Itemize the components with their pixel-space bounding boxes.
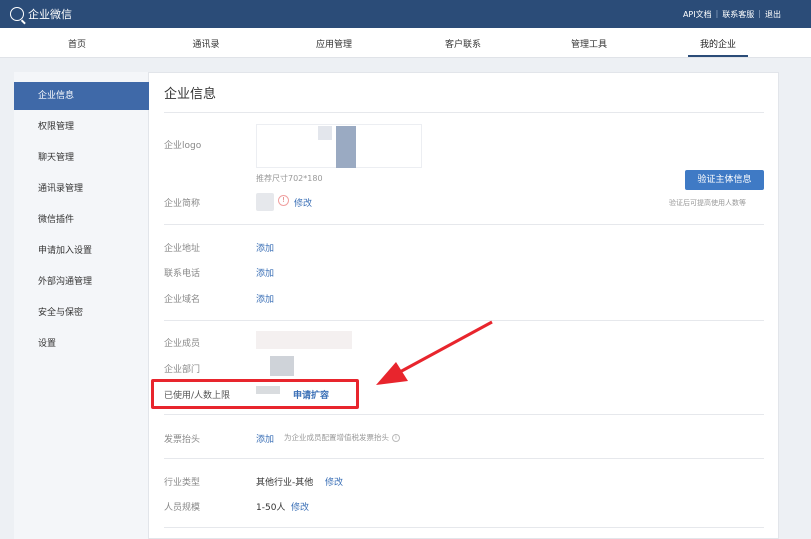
industry-edit-link[interactable]: 修改 bbox=[325, 475, 343, 488]
scale-value: 1-50人 bbox=[256, 503, 286, 513]
scale-label: 人员规模 bbox=[164, 503, 201, 513]
industry-value: 其他行业-其他 bbox=[256, 478, 314, 488]
arrow-head bbox=[376, 362, 408, 385]
divider bbox=[164, 458, 764, 459]
info-icon[interactable]: i bbox=[392, 433, 400, 442]
industry-label: 行业类型 bbox=[164, 478, 201, 488]
scale-edit-link[interactable]: 修改 bbox=[291, 500, 309, 513]
divider bbox=[164, 414, 764, 415]
divider bbox=[164, 527, 764, 528]
invoice-hint: 为企业成员配置增值税发票抬头 i bbox=[284, 432, 400, 443]
arrow-shaft bbox=[397, 320, 493, 375]
invoice-hint-text: 为企业成员配置增值税发票抬头 bbox=[284, 433, 389, 442]
invoice-label: 发票抬头 bbox=[164, 435, 201, 445]
invoice-add-link[interactable]: 添加 bbox=[256, 432, 274, 445]
